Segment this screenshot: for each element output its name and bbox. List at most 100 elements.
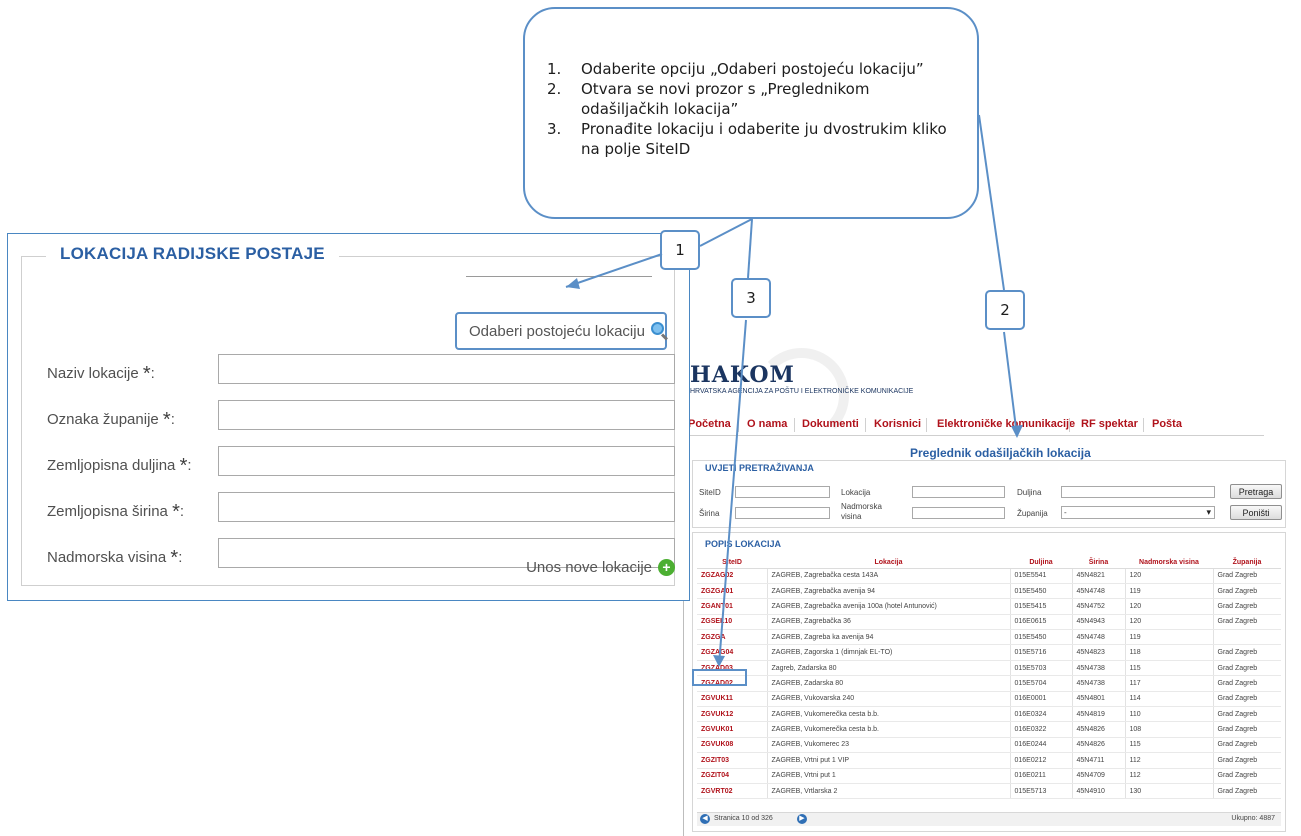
cell-lokacija: ZAGREB, Zagrebačka cesta 143A: [766, 568, 1010, 584]
nav-o-nama[interactable]: O nama: [747, 418, 787, 430]
cell-siteid[interactable]: ZGZIT03: [697, 752, 767, 769]
cell-visina: 118: [1124, 644, 1213, 661]
cell-siteid[interactable]: ZGZAG02: [697, 568, 767, 584]
cell-zupanija: Grad Zagreb: [1212, 752, 1281, 769]
cell-visina: 112: [1124, 768, 1213, 784]
oznaka-zupanije-input[interactable]: [218, 400, 675, 430]
cell-duljina: 015E5450: [1009, 629, 1072, 646]
cell-duljina: 016E0322: [1009, 721, 1072, 738]
cell-visina: 115: [1124, 660, 1213, 677]
location-form-panel: LOKACIJA RADIJSKE POSTAJE Odaberi postoj…: [7, 233, 690, 601]
zemljopisna-duljina-input[interactable]: [218, 446, 675, 476]
col-lokacija[interactable]: Lokacija: [767, 557, 1010, 569]
table-row[interactable]: ZGVUK11 ZAGREB, Vukovarska 240 016E0001 45N…: [697, 691, 1281, 708]
cell-sirina: 45N4709: [1071, 768, 1125, 784]
table-row[interactable]: ZGANT01 ZAGREB, Zagrebačka avenija 100a (…: [697, 598, 1281, 615]
marker-3: 3: [731, 278, 771, 318]
table-row[interactable]: ZGZGA01 ZAGREB, Zagrebačka avenija 94 015E…: [697, 583, 1281, 600]
cell-siteid[interactable]: ZGZAG04: [697, 644, 767, 661]
cell-zupanija: Grad Zagreb: [1212, 614, 1281, 631]
col-siteid[interactable]: SiteID: [697, 557, 767, 569]
criteria-label-duljina: Duljina: [1017, 488, 1042, 497]
col-duljina[interactable]: Duljina: [1010, 557, 1072, 569]
cell-lokacija: ZAGREB, Zagorska 1 (dimnjak EL-TO): [766, 644, 1010, 661]
naziv-lokacije-input[interactable]: [218, 354, 675, 384]
next-page-icon[interactable]: ▶: [797, 814, 807, 824]
cell-visina: 112: [1124, 752, 1213, 769]
connector-3: [747, 218, 753, 279]
criteria-sirina-input[interactable]: [735, 507, 830, 519]
cell-siteid[interactable]: ZGSEL10: [697, 614, 767, 631]
cell-siteid[interactable]: ZGANT01: [697, 598, 767, 615]
instruction-step-2: 2. Otvara se novi prozor s „Preglednikom …: [547, 80, 870, 118]
cell-lokacija: ZAGREB, Zagrebačka 36: [766, 614, 1010, 631]
zemljopisna-sirina-input[interactable]: [218, 492, 675, 522]
label-naziv-lokacije: Naziv lokacije *:: [47, 363, 155, 385]
plus-circle-icon: +: [658, 559, 675, 576]
table-row-selected[interactable]: ZGZAD03 Zagreb, Zadarska 80 015E5703 45N473…: [697, 660, 1281, 677]
table-row[interactable]: ZGZAD02 ZAGREB, Zadarska 80 015E5704 45N473…: [697, 675, 1281, 692]
new-location-link[interactable]: Unos nove lokacije +: [526, 559, 675, 576]
table-row[interactable]: ZGVUK12 ZAGREB, Vukomerečka cesta b.b. 016…: [697, 706, 1281, 723]
cell-lokacija: ZAGREB, Zagrebačka avenija 100a (hotel A…: [766, 598, 1010, 615]
table-row[interactable]: ZGZIT04 ZAGREB, Vrtni put 1 016E0211 45N470…: [697, 768, 1281, 784]
cell-zupanija: Grad Zagreb: [1212, 644, 1281, 661]
pick-existing-label: Odaberi postojeću lokaciju: [469, 322, 645, 340]
cell-siteid[interactable]: ZGVUK01: [697, 721, 767, 738]
cell-siteid[interactable]: ZGZGA01: [697, 583, 767, 600]
cell-siteid[interactable]: ZGZGA: [697, 629, 767, 646]
criteria-label-nadmorska: Nadmorska: [841, 502, 882, 511]
pick-existing-location-button[interactable]: Odaberi postojeću lokaciju: [455, 312, 668, 350]
cell-duljina: 016E0211: [1009, 768, 1072, 784]
table-row[interactable]: ZGSEL10 ZAGREB, Zagrebačka 36 016E0615 45N4…: [697, 614, 1281, 631]
table-row[interactable]: ZGVRT02 ZAGREB, Vrtlarska 2 015E5713 45N491…: [697, 783, 1281, 800]
marker-2: 2: [985, 290, 1025, 330]
search-icon: [650, 322, 668, 341]
nav-korisnici[interactable]: Korisnici: [874, 418, 921, 430]
col-sirina[interactable]: Širina: [1072, 557, 1125, 569]
new-location-label: Unos nove lokacije: [526, 559, 652, 576]
cell-sirina: 45N4821: [1071, 568, 1125, 584]
cell-siteid[interactable]: ZGVUK08: [697, 737, 767, 754]
nav-dokumenti[interactable]: Dokumenti: [802, 418, 859, 430]
criteria-siteid-input[interactable]: [735, 486, 830, 498]
cell-visina: 117: [1124, 675, 1213, 692]
cell-duljina: 015E5703: [1009, 660, 1072, 677]
cell-siteid[interactable]: ZGVRT02: [697, 783, 767, 800]
nav-separator: [926, 418, 927, 432]
search-button[interactable]: Pretraga: [1230, 484, 1282, 499]
nav-elektronicke-komunikacije[interactable]: Elektroničke komunikacije: [937, 418, 1075, 430]
label-nadmorska-visina: Nadmorska visina *:: [47, 547, 183, 569]
cell-duljina: 015E5704: [1009, 675, 1072, 692]
nav-rf-spektar[interactable]: RF spektar: [1081, 418, 1138, 430]
table-row[interactable]: ZGZIT03 ZAGREB, Vrtni put 1 VIP 016E0212 45…: [697, 752, 1281, 769]
browser-title: Preglednik odašiljačkih lokacija: [910, 446, 1091, 460]
nav-posta[interactable]: Pošta: [1152, 418, 1182, 430]
cell-siteid[interactable]: ZGVUK11: [697, 691, 767, 708]
cell-zupanija: Grad Zagreb: [1212, 675, 1281, 692]
cell-zupanija: Grad Zagreb: [1212, 598, 1281, 615]
table-row[interactable]: ZGVUK08 ZAGREB, Vukomerec 23 016E0244 45N48…: [697, 737, 1281, 754]
criteria-nadmorska-input[interactable]: [912, 507, 1005, 519]
cell-siteid[interactable]: ZGVUK12: [697, 706, 767, 723]
table-row[interactable]: ZGZAG02 ZAGREB, Zagrebačka cesta 143A 015E…: [697, 568, 1281, 584]
nav-pocetna[interactable]: Početna: [688, 418, 731, 430]
cell-zupanija: [1212, 629, 1281, 646]
cell-zupanija: Grad Zagreb: [1212, 737, 1281, 754]
table-row[interactable]: ZGZAG04 ZAGREB, Zagorska 1 (dimnjak EL-TO…: [697, 644, 1281, 661]
table-row[interactable]: ZGVUK01 ZAGREB, Vukomerečka cesta b.b. 016…: [697, 721, 1281, 738]
cell-lokacija: ZAGREB, Vrtni put 1: [766, 768, 1010, 784]
cell-sirina: 45N4711: [1071, 752, 1125, 769]
criteria-duljina-input[interactable]: [1061, 486, 1215, 498]
cell-sirina: 45N4738: [1071, 675, 1125, 692]
col-nadmorska-visina[interactable]: Nadmorska visina: [1125, 557, 1213, 569]
table-row[interactable]: ZGZGA ZAGREB, Zagreba ka avenija 94 015E54…: [697, 629, 1281, 646]
reset-button[interactable]: Poništi: [1230, 505, 1282, 520]
col-zupanija[interactable]: Županija: [1213, 557, 1281, 569]
marker-1: 1: [660, 230, 700, 270]
prev-page-icon[interactable]: ◀: [700, 814, 710, 824]
criteria-lokacija-input[interactable]: [912, 486, 1005, 498]
cell-duljina: 015E5415: [1009, 598, 1072, 615]
cell-siteid[interactable]: ZGZIT04: [697, 768, 767, 784]
criteria-zupanija-select[interactable]: - ▾: [1061, 506, 1215, 519]
